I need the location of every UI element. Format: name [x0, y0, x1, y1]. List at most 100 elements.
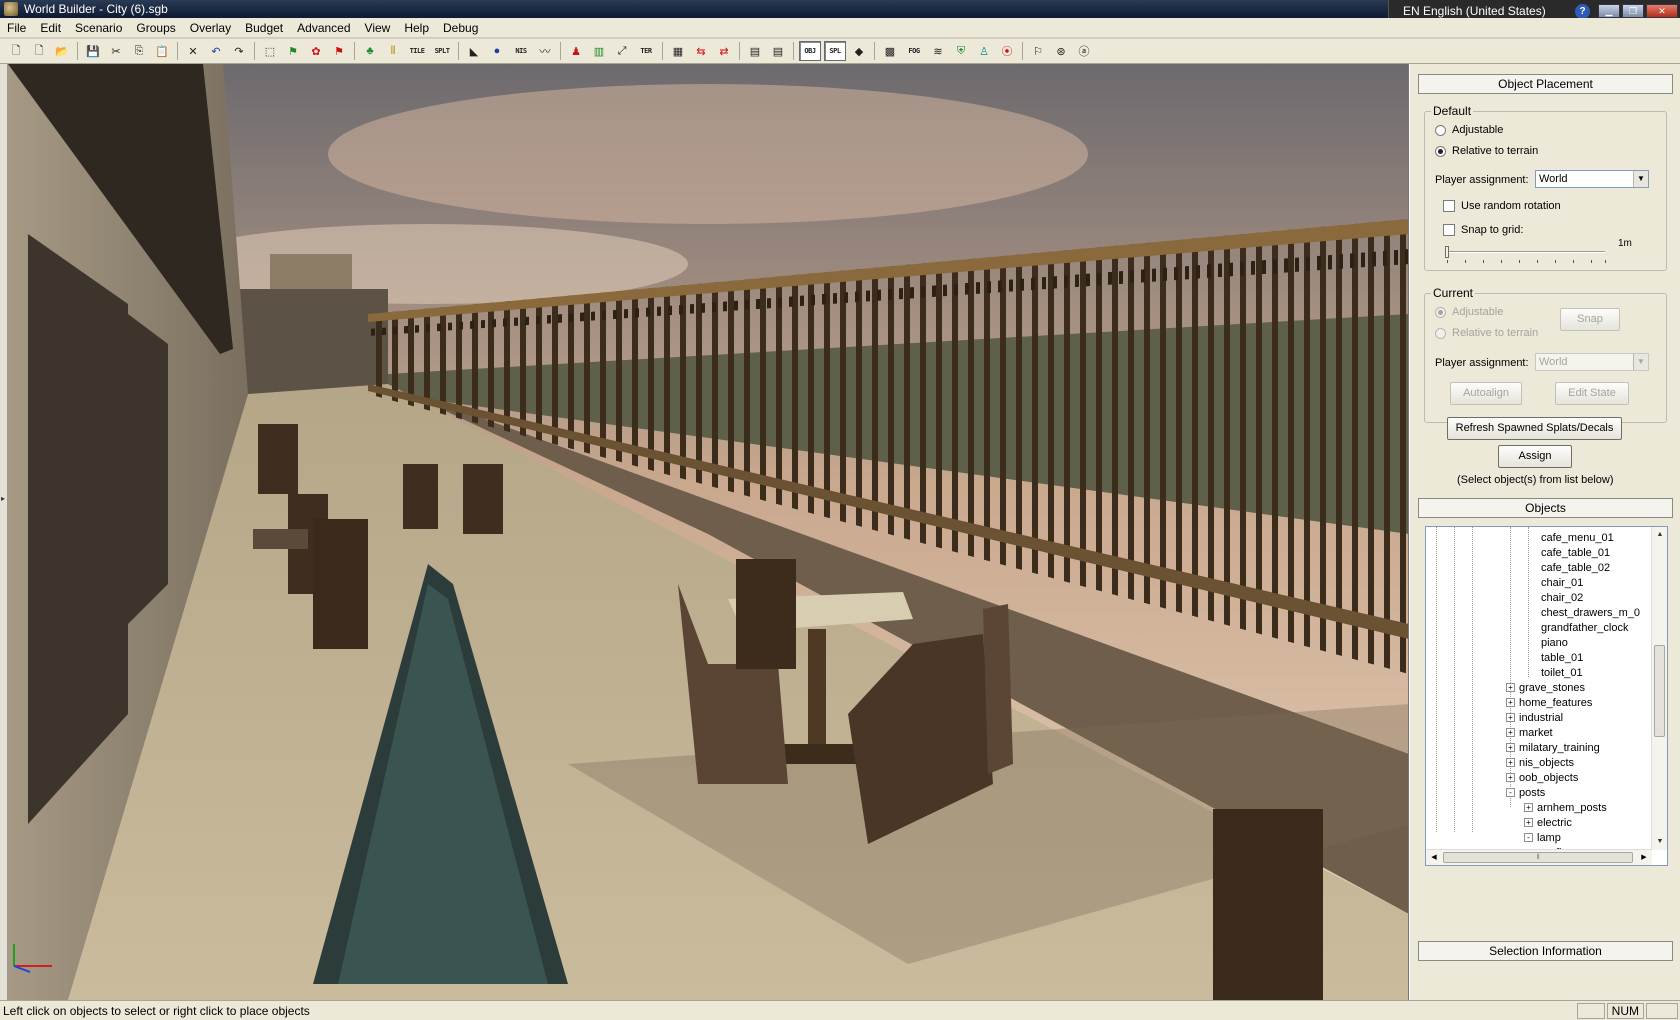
menu-scenario[interactable]: Scenario [68, 21, 129, 35]
tree-vertical-scrollbar[interactable]: ▲ ▼ [1651, 527, 1667, 850]
tree-item-label[interactable]: arnhem_posts [1537, 802, 1607, 814]
terrace-scene[interactable] [8, 64, 1409, 1000]
tree-hscroll-thumb[interactable]: ⦀ [1443, 852, 1633, 863]
radio-adjustable[interactable]: Adjustable [1435, 124, 1503, 136]
menu-view[interactable]: View [358, 21, 398, 35]
refresh-spawned-splats-button[interactable]: Refresh Spawned Splats/Decals [1447, 417, 1622, 440]
scroll-up-icon[interactable]: ▲ [1652, 527, 1667, 543]
menu-overlay[interactable]: Overlay [183, 21, 238, 35]
territory-icon[interactable]: ✿ [306, 41, 326, 61]
new-file-icon[interactable]: 🗋 [6, 41, 26, 61]
expand-plus-icon[interactable]: + [1506, 758, 1515, 767]
expand-arrow-icon[interactable]: ▸ [1, 494, 5, 503]
menu-advanced[interactable]: Advanced [290, 21, 357, 35]
edit-state-button[interactable]: Edit State [1555, 382, 1629, 405]
objects-tree[interactable]: cafe_menu_01 cafe_table_01 cafe_table_02… [1425, 526, 1668, 866]
tree-item-chair-01[interactable]: chair_01 [1541, 575, 1583, 590]
tree-item-home-features[interactable]: + home_features [1506, 695, 1592, 710]
tree-item-label[interactable]: home_features [1519, 697, 1592, 709]
use-random-rotation-box[interactable] [1443, 200, 1455, 212]
tile-tool-button[interactable]: TILE [406, 41, 428, 61]
tree-item-label[interactable]: market [1519, 727, 1553, 739]
tree-item-label[interactable]: grave_stones [1519, 682, 1585, 694]
use-random-rotation-checkbox[interactable]: Use random rotation [1443, 200, 1561, 212]
object-placement-header[interactable]: Object Placement [1418, 74, 1673, 94]
tree-item-electric[interactable]: + electric [1524, 815, 1572, 830]
tree-vscroll-thumb[interactable] [1654, 645, 1665, 737]
scroll-down-icon[interactable]: ▼ [1652, 834, 1667, 850]
expand-plus-icon[interactable]: + [1524, 803, 1533, 812]
tree-item-milatary-training[interactable]: + milatary_training [1506, 740, 1600, 755]
snap-button[interactable]: Snap [1560, 308, 1620, 331]
tree-item-grandfather-clock[interactable]: grandfather_clock [1541, 620, 1628, 635]
menu-groups[interactable]: Groups [129, 21, 182, 35]
expand-plus-icon[interactable]: + [1506, 743, 1515, 752]
squad-icon[interactable]: ♙ [974, 41, 994, 61]
tree-item-oob-objects[interactable]: + oob_objects [1506, 770, 1578, 785]
stats-icon[interactable]: ▥ [589, 41, 609, 61]
expand-plus-icon[interactable]: + [1506, 683, 1515, 692]
waypoint-icon[interactable]: ⚑ [283, 41, 303, 61]
redo-icon[interactable]: ↷ [229, 41, 249, 61]
link-icon[interactable]: ⤢ [612, 41, 632, 61]
tree-item-label[interactable]: nis_objects [1519, 757, 1574, 769]
nis-tool-button[interactable]: NIS [510, 41, 532, 61]
assign-button[interactable]: Assign [1498, 445, 1572, 468]
snap-to-grid-checkbox[interactable]: Snap to grid: [1443, 224, 1523, 236]
close-icon[interactable]: ✕ [1646, 4, 1678, 18]
tree-item-cafe-table-01[interactable]: cafe_table_01 [1541, 545, 1610, 560]
player-assignment-select[interactable]: World ▼ [1535, 170, 1649, 188]
flag-marker-icon[interactable]: ⚐ [1028, 41, 1048, 61]
object-mode-button[interactable]: OBJ [799, 41, 821, 61]
maximize-icon[interactable]: ❐ [1622, 4, 1644, 18]
menu-help[interactable]: Help [397, 21, 436, 35]
new-blank-icon[interactable]: 🗋 [29, 41, 49, 61]
current-radio-relative-to-terrain[interactable]: Relative to terrain [1435, 327, 1538, 339]
delete-icon[interactable]: ✕ [183, 41, 203, 61]
scroll-left-icon[interactable]: ◀ [1426, 850, 1442, 865]
tree-item-label[interactable]: oob_objects [1519, 772, 1578, 784]
expand-plus-icon[interactable]: + [1506, 773, 1515, 782]
wind-icon[interactable]: ≋ [928, 41, 948, 61]
select-region-icon[interactable]: ⬚ [260, 41, 280, 61]
tree-item-label[interactable]: posts [1519, 787, 1545, 799]
split-tool-button[interactable]: SPLT [431, 41, 453, 61]
scroll-right-icon[interactable]: ▶ [1636, 850, 1652, 865]
undo-icon[interactable]: ↶ [206, 41, 226, 61]
copy-icon[interactable]: ⎘ [129, 41, 149, 61]
save-icon[interactable]: 💾 [83, 41, 103, 61]
autoalign-button[interactable]: Autoalign [1450, 382, 1522, 405]
selection-information-header[interactable]: Selection Information [1418, 941, 1673, 961]
tree-item-table-01[interactable]: table_01 [1541, 650, 1583, 665]
current-player-assignment-select[interactable]: World ▼ [1535, 353, 1649, 371]
radio-adjustable-indicator[interactable] [1435, 124, 1446, 136]
chevron-down-icon[interactable]: ▼ [1633, 171, 1648, 187]
compass-icon[interactable]: ⊛ [1051, 41, 1071, 61]
expand-plus-icon[interactable]: + [1506, 728, 1515, 737]
memory-stats-icon[interactable]: ▤ [768, 41, 788, 61]
export-icon[interactable]: ⇄ [714, 41, 734, 61]
tree-item-industrial[interactable]: + industrial [1506, 710, 1563, 725]
tree-item-chest-drawers[interactable]: chest_drawers_m_0 [1541, 605, 1640, 620]
language-indicator[interactable]: EN English (United States) [1403, 4, 1575, 18]
collapse-minus-icon[interactable]: - [1506, 788, 1515, 797]
fog-tool-button[interactable]: FOG [903, 41, 925, 61]
current-radio-adjustable-indicator[interactable] [1435, 306, 1446, 318]
objects-header[interactable]: Objects [1418, 498, 1673, 518]
tree-item-piano[interactable]: piano [1541, 635, 1568, 650]
terrain-tool-button[interactable]: TER [635, 41, 657, 61]
import-icon[interactable]: ⇆ [691, 41, 711, 61]
tree-item-label[interactable]: lamp [1537, 832, 1561, 844]
menu-budget[interactable]: Budget [238, 21, 290, 35]
traffic-light-icon[interactable]: ⦀ [383, 41, 403, 61]
expand-plus-icon[interactable]: + [1506, 698, 1515, 707]
tree-item-grave-stones[interactable]: + grave_stones [1506, 680, 1585, 695]
tree-item-toilet-01[interactable]: toilet_01 [1541, 665, 1583, 680]
tree-item-nis-objects[interactable]: + nis_objects [1506, 755, 1574, 770]
decal-icon[interactable]: ◆ [849, 41, 869, 61]
expand-plus-icon[interactable]: + [1506, 713, 1515, 722]
radio-relative-to-terrain-indicator[interactable] [1435, 145, 1446, 157]
abc-icon[interactable]: ⓐ [1074, 41, 1094, 61]
unit-icon[interactable]: ♟ [566, 41, 586, 61]
open-folder-icon[interactable]: 📂 [52, 41, 72, 61]
